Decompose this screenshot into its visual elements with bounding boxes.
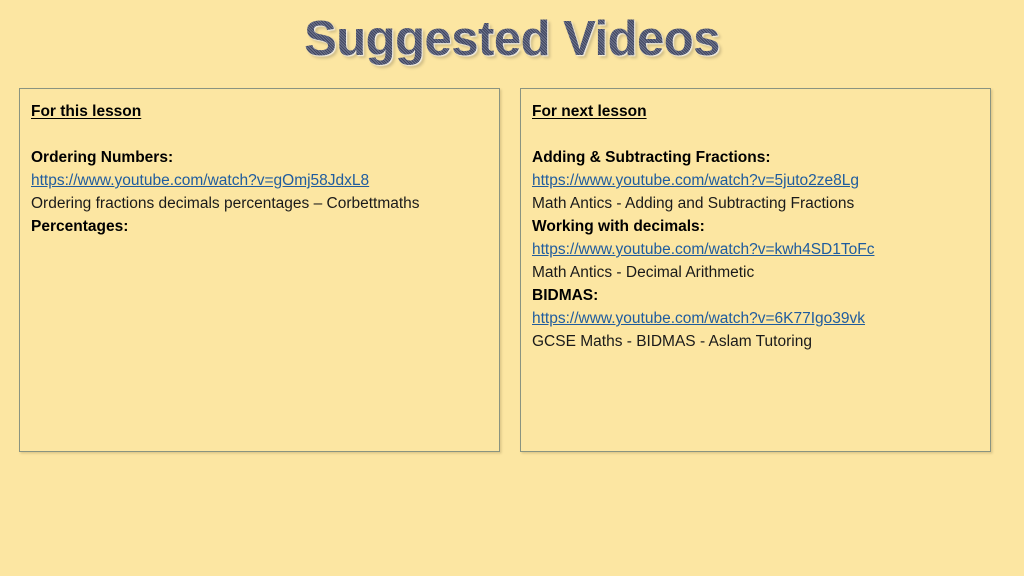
panel-right-lines: Adding & Subtracting Fractions: https://w… [530,146,982,353]
list-item: Ordering Numbers: [31,149,174,166]
video-link[interactable]: https://www.youtube.com/watch?v=gOmj58Jd… [31,169,491,192]
panel-for-this-lesson: For this lesson Ordering Numbers: https:/… [19,88,500,452]
page-title: Suggested Videos [0,13,1024,65]
list-item: Math Antics - Adding and Subtracting Fra… [532,195,855,212]
list-item: Percentages: [31,218,129,235]
panel-for-next-lesson: For next lesson Adding & Subtracting Fra… [520,88,991,452]
list-item: BIDMAS: [532,287,599,304]
panel-heading-for-this-lesson: For this lesson [31,103,142,120]
panel-left-spacer [29,122,491,146]
list-item: Ordering fractions decimals percentages … [31,195,420,212]
video-link[interactable]: https://www.youtube.com/watch?v=6K77Igo3… [532,307,982,330]
list-item: Adding & Subtracting Fractions: [532,149,771,166]
panel-heading-for-next-lesson: For next lesson [532,103,647,120]
list-item: GCSE Maths - BIDMAS - Aslam Tutoring [532,333,812,350]
panel-left-lines: Ordering Numbers: https://www.youtube.com… [29,146,491,238]
list-item: Working with decimals: [532,218,705,235]
video-link[interactable]: https://www.youtube.com/watch?v=5juto2ze… [532,169,982,192]
video-link[interactable]: https://www.youtube.com/watch?v=kwh4SD1T… [532,238,982,261]
panel-right-spacer [530,122,982,146]
list-item: Math Antics - Decimal Arithmetic [532,264,755,281]
